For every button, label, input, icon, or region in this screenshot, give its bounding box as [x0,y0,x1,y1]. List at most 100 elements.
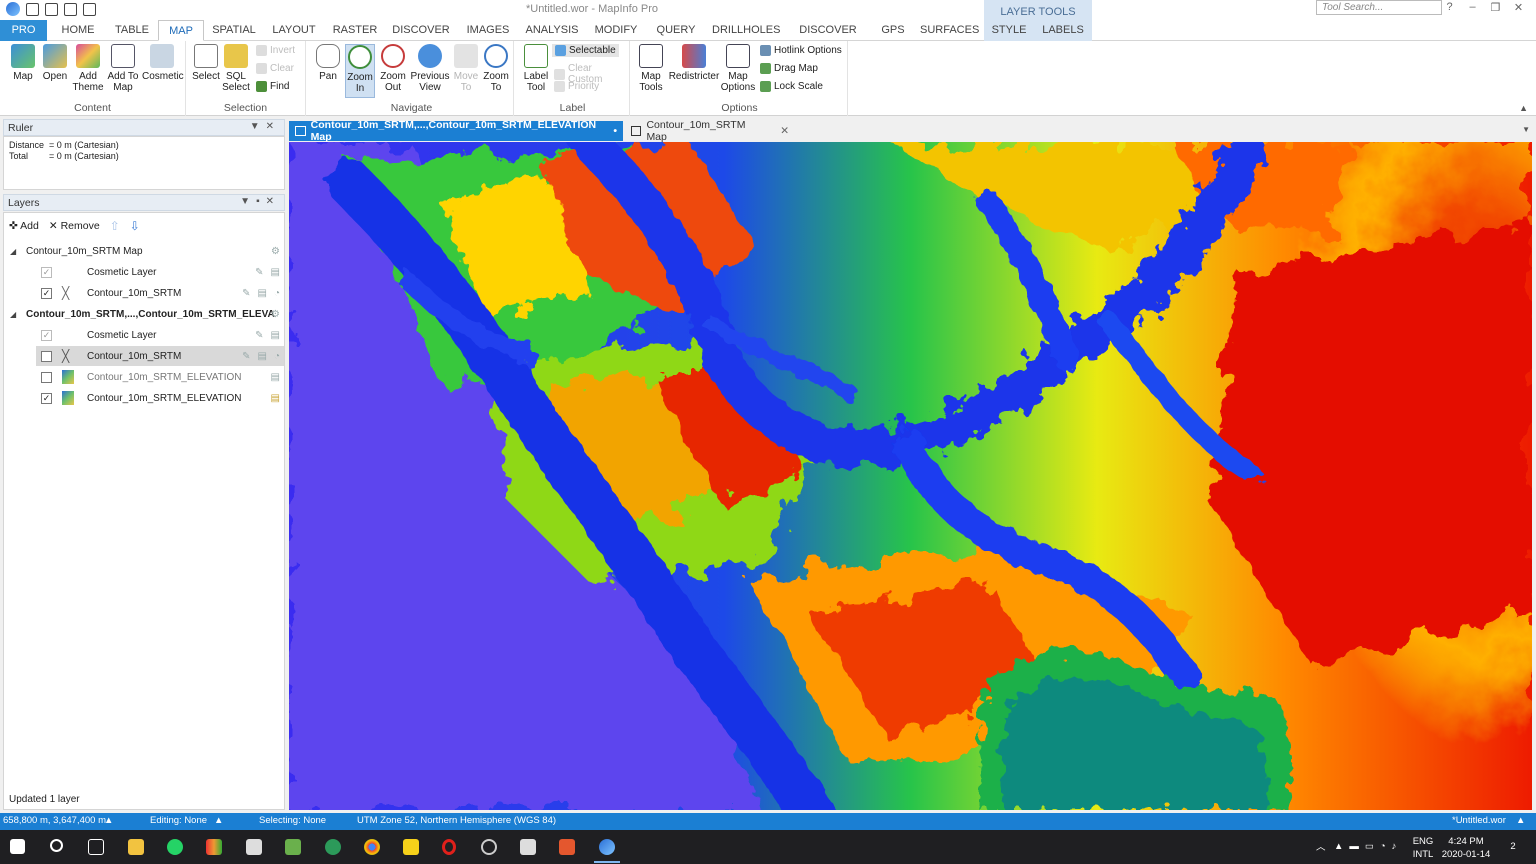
layer-row[interactable]: ✓ Cosmetic Layer ✎ ▤ [4,262,284,282]
hotlink-options-button[interactable]: Hotlink Options [760,45,842,56]
tab-map-window[interactable]: Contour_10m_SRTM Map ✕ [625,119,795,143]
layer-visibility-checkbox[interactable]: ✓ [41,287,52,299]
layer-row[interactable]: ✓ Contour_10m_SRTM_ELEVATION ▤ [4,388,284,408]
edit-pencil-icon[interactable]: ✎ [242,288,250,299]
close-button[interactable]: ✕ [1507,1,1530,14]
tab-pro[interactable]: PRO [0,20,47,41]
tab-query[interactable]: QUERY [652,20,700,41]
opera-icon[interactable] [442,839,456,855]
move-up-icon[interactable]: ⇧ [110,219,120,233]
map-options-button[interactable]: Map Options [720,44,756,93]
edit-pencil-icon[interactable]: ✎ [255,267,263,278]
pan-button[interactable]: Pan [314,44,342,82]
add-to-map-button[interactable]: Add To Map [106,44,140,93]
tab-discover-3d[interactable]: DISCOVER 3D [792,20,864,57]
tab-map[interactable]: MAP [158,20,204,41]
coords-up-icon[interactable]: ▲ [104,815,113,826]
tab-list-chevron-icon[interactable]: ▼ [1522,125,1530,134]
app-monitor-icon[interactable] [520,839,536,855]
map-tools-button[interactable]: Map Tools [638,44,664,93]
tab-table[interactable]: TABLE [110,20,154,41]
projection-status[interactable]: UTM Zone 52, Northern Hemisphere (WGS 84… [357,815,556,826]
collapse-triangle-icon[interactable]: ◢ [10,247,16,256]
collapse-ribbon-icon[interactable]: ▲ [1519,103,1528,113]
selectable-layer-icon[interactable]: ▤ [271,330,280,341]
selecting-status[interactable]: Selecting: None [259,815,326,826]
layer-visibility-checkbox[interactable] [41,350,52,362]
task-view-icon[interactable] [88,839,104,855]
add-theme-button[interactable]: Add Theme [72,44,104,93]
tab-spatial[interactable]: SPATIAL [210,20,258,41]
tab-layout[interactable]: LAYOUT [270,20,318,41]
tab-discover[interactable]: DISCOVER [392,20,450,41]
clock[interactable]: 4:24 PM 2020-01-14 [1440,835,1492,861]
chrome-icon[interactable] [364,839,380,855]
tab-labels[interactable]: LABELS [1040,20,1086,41]
mapinfo-taskbar-icon[interactable] [599,839,615,855]
selectable-layer-icon[interactable]: ▤ [258,351,267,362]
collapse-triangle-icon[interactable]: ◢ [10,310,16,319]
clear-selection-button[interactable]: Clear [256,63,294,74]
selectable-layer-icon[interactable]: ▤ [271,267,280,278]
selectable-layer-icon[interactable]: ▤ [258,288,267,299]
search-icon[interactable] [50,839,63,852]
map-group-row[interactable]: ◢ Contour_10m_SRTM Map ⚙ [4,241,284,261]
edit-pencil-icon[interactable]: ✎ [242,351,250,362]
redistricter-button[interactable]: Redistricter [668,44,720,82]
app-icon[interactable] [206,839,222,855]
selectable-layer-icon[interactable]: ▤ [271,393,280,404]
input-language[interactable]: ENG INTL [1410,835,1436,861]
map-button[interactable]: Map [8,44,38,82]
label-tool-button[interactable]: Label Tool [520,44,552,93]
tab-images[interactable]: IMAGES [462,20,514,41]
move-to-button[interactable]: Move To [452,44,480,93]
editing-up-icon[interactable]: ▲ [214,815,223,826]
editing-status[interactable]: Editing: None [150,815,207,826]
tab-style[interactable]: STYLE [988,20,1030,41]
layer-visibility-checkbox[interactable]: ✓ [41,266,52,278]
ruler-panel-controls[interactable]: ▼✕ [250,121,280,132]
layer-row[interactable]: Contour_10m_SRTM_ELEVATION ▤ [4,367,284,387]
help-button[interactable]: ? [1438,1,1461,14]
tab-map-window-active[interactable]: Contour_10m_SRTM,...,Contour_10m_SRTM_EL… [289,119,623,143]
tab-gps[interactable]: GPS [876,20,910,41]
lock-scale-button[interactable]: Lock Scale [760,81,823,92]
find-button[interactable]: Find [256,81,289,92]
priority-button[interactable]: Priority [554,81,599,92]
tab-analysis[interactable]: ANALYSIS [524,20,580,41]
app-circle-icon[interactable] [481,839,497,855]
layer-visibility-checkbox[interactable]: ✓ [41,392,52,404]
zoom-in-button[interactable]: Zoom In [345,44,375,98]
close-tab-icon[interactable]: ✕ [780,125,789,137]
tab-surfaces[interactable]: SURFACES [920,20,979,41]
sql-select-button[interactable]: SQL Select [222,44,250,93]
tab-home[interactable]: HOME [56,20,100,41]
drag-map-button[interactable]: Drag Map [760,63,818,74]
layers-panel-controls[interactable]: ▼▪✕ [240,196,280,207]
tab-drillholes[interactable]: DRILLHOLES [712,20,780,41]
workspace-up-icon[interactable]: ▲ [1516,815,1525,826]
windows-start-icon[interactable] [10,839,25,854]
sticky-notes-icon[interactable] [403,839,419,855]
previous-view-button[interactable]: Previous View [410,44,450,93]
selectable-layer-icon[interactable]: ▤ [271,372,280,383]
select-button[interactable]: Select [192,44,220,82]
restore-button[interactable]: ❐ [1484,1,1507,14]
map-settings-icon[interactable]: ⚙ [271,309,280,320]
label-layer-icon[interactable]: ◔ [274,288,280,299]
layer-visibility-checkbox[interactable]: ✓ [41,329,52,341]
mail-icon[interactable] [246,839,262,855]
cursor-coordinates[interactable]: 658,800 m, 3,647,400 m [3,815,106,826]
move-down-icon[interactable]: ⇩ [130,219,140,233]
app-globe-icon[interactable] [325,839,341,855]
zoom-to-button[interactable]: Zoom To [482,44,510,93]
tab-raster[interactable]: RASTER [330,20,380,41]
add-layer-button[interactable]: ✜ Add [9,220,39,232]
tray-chevron-icon[interactable]: ︿ [1316,841,1326,854]
open-button[interactable]: Open [40,44,70,82]
layer-visibility-checkbox[interactable] [41,371,52,383]
map-canvas[interactable] [289,142,1532,810]
map-settings-icon[interactable]: ⚙ [271,246,280,257]
app-s-icon[interactable] [559,839,575,855]
layer-row[interactable]: ✓ Cosmetic Layer ✎ ▤ [4,325,284,345]
